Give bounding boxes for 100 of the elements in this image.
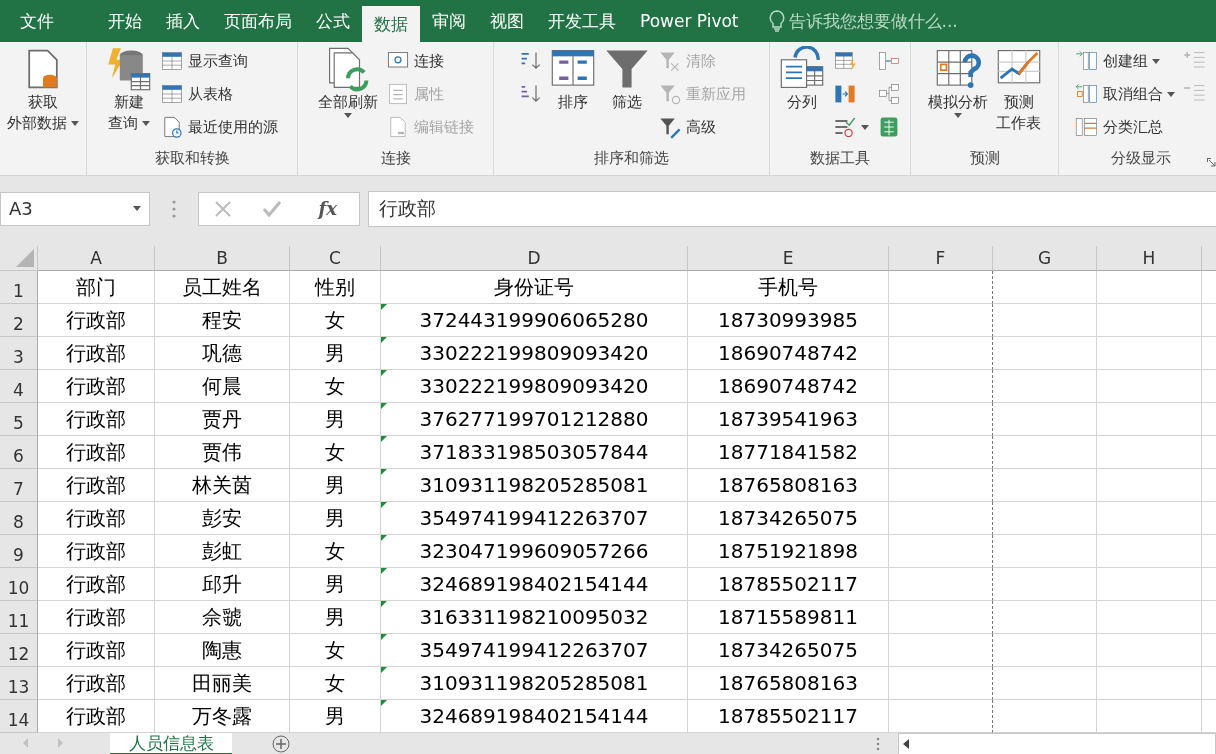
error-indicator-icon (381, 436, 387, 442)
flash-fill-icon (833, 49, 857, 73)
ribbon-button[interactable]: 预测 工作表 (993, 46, 1044, 149)
ribbon-button[interactable]: 模拟分析 (925, 46, 990, 149)
row-header[interactable]: 9 (0, 535, 38, 568)
tell-me-field[interactable]: 告诉我您想要做什么... (768, 0, 958, 42)
table-cell: 佘虢 (155, 601, 290, 634)
row-header[interactable]: 12 (0, 634, 38, 667)
group-label: 获取和转换 (154, 149, 230, 169)
row-header[interactable]: 8 (0, 502, 38, 535)
ribbon-tab[interactable]: Power Pivot (628, 0, 751, 42)
caret-icon (142, 121, 151, 126)
caret-icon (953, 113, 962, 118)
table-cell: 18715589811 (688, 601, 889, 634)
ribbon-button[interactable]: 最近使用的源 (158, 112, 280, 142)
table-cell: 18690748742 (688, 370, 889, 403)
insert-function-button[interactable]: fx (312, 197, 344, 220)
caret-icon (133, 206, 141, 211)
ribbon-button[interactable]: 分列 (777, 46, 827, 149)
column-header[interactable]: H (1097, 246, 1202, 271)
table-cell: 18739541963 (688, 403, 889, 436)
column-header[interactable]: E (688, 246, 889, 271)
error-indicator-icon (381, 337, 387, 343)
ribbon-button[interactable]: 从表格 (158, 79, 280, 109)
name-box[interactable]: A3 (0, 191, 150, 226)
row-header[interactable]: 2 (0, 304, 38, 337)
ribbon-tab[interactable]: 公式 (304, 0, 362, 42)
ribbon-button[interactable]: 新建 查询 (104, 46, 154, 149)
table-cell: 贾丹 (155, 403, 290, 436)
table-cell: 354974199412263707 (381, 634, 688, 667)
formula-field[interactable]: 行政部 (368, 190, 1216, 227)
table-cell: 林关茵 (155, 469, 290, 502)
column-header[interactable]: G (993, 246, 1097, 271)
row-header[interactable]: 3 (0, 337, 38, 370)
column-header[interactable]: C (290, 246, 381, 271)
row-header[interactable]: 14 (0, 700, 38, 733)
table-cell: 330222199809093420 (381, 370, 688, 403)
table-cell: 贾伟 (155, 436, 290, 469)
error-indicator-icon (381, 601, 387, 607)
table-cell: 行政部 (38, 535, 155, 568)
table-cell: 女 (290, 667, 381, 700)
splitter-icon[interactable] (876, 737, 880, 751)
ribbon-button[interactable]: 排序 (547, 46, 598, 149)
table-cell: 324689198402154144 (381, 568, 688, 601)
table-cell: 部门 (38, 271, 155, 304)
ribbon-tab[interactable]: 数据 (362, 6, 420, 42)
ribbon-button[interactable]: 筛选 (601, 46, 652, 149)
table-cell: 男 (290, 403, 381, 436)
ribbon-button[interactable]: 显示查询 (158, 46, 280, 76)
table-cell: 员工姓名 (155, 271, 290, 304)
dialog-launcher-icon[interactable] (1207, 158, 1216, 167)
check-icon[interactable] (262, 200, 281, 217)
error-indicator-icon (381, 403, 387, 409)
table-cell: 354974199412263707 (381, 502, 688, 535)
column-header[interactable]: B (155, 246, 290, 271)
row-header[interactable]: 11 (0, 601, 38, 634)
row-header[interactable]: 1 (0, 271, 38, 304)
table-icon (160, 82, 184, 106)
ribbon-button[interactable]: 分类汇总 (1072, 112, 1177, 142)
table-cell: 邱升 (155, 568, 290, 601)
ribbon-button[interactable]: 高级 (655, 112, 748, 142)
select-all-icon[interactable] (16, 249, 34, 267)
row-header[interactable]: 10 (0, 568, 38, 601)
group-label: 数据工具 (810, 149, 870, 169)
error-indicator-icon (381, 568, 387, 574)
table-cell: 18690748742 (688, 337, 889, 370)
group-label: 排序和筛选 (594, 149, 669, 169)
ribbon-button[interactable]: 连接 (383, 46, 476, 76)
ribbon-tab[interactable]: 开始 (96, 0, 154, 42)
row-header[interactable]: 6 (0, 436, 38, 469)
table-cell: 316331198210095032 (381, 601, 688, 634)
ribbon-tab[interactable]: 开发工具 (536, 0, 628, 42)
sheet-tab[interactable]: 人员信息表 (110, 733, 232, 754)
table-cell: 18734265075 (688, 502, 889, 535)
ribbon-tab[interactable]: 文件 (8, 0, 66, 42)
ribbon-tab[interactable]: 视图 (478, 0, 536, 42)
table-cell: 18730993985 (688, 304, 889, 337)
ribbon-button[interactable]: 全部刷新 (315, 46, 380, 149)
ribbon-tab[interactable]: 页面布局 (212, 0, 304, 42)
add-sheet-icon[interactable] (272, 735, 290, 753)
scroll-right-icon[interactable] (56, 738, 64, 748)
row-header[interactable]: 13 (0, 667, 38, 700)
caret-icon (1151, 58, 1160, 64)
column-header[interactable]: A (38, 246, 155, 271)
row-header[interactable]: 7 (0, 469, 38, 502)
ribbon-tab[interactable]: 审阅 (420, 0, 478, 42)
horizontal-scrollbar[interactable] (898, 733, 1216, 754)
group-label: 分级显示 (1110, 149, 1171, 169)
cancel-icon[interactable] (214, 200, 231, 217)
column-header[interactable]: F (889, 246, 993, 271)
ribbon-tab[interactable]: 插入 (154, 0, 212, 42)
ribbon-button[interactable]: 创建组 (1072, 46, 1177, 76)
scroll-left-icon[interactable] (903, 739, 909, 749)
column-header[interactable]: D (381, 246, 688, 271)
table-cell: 310931198205285081 (381, 667, 688, 700)
table-cell: 何晨 (155, 370, 290, 403)
row-header[interactable]: 5 (0, 403, 38, 436)
row-header[interactable]: 4 (0, 370, 38, 403)
ribbon-button[interactable]: 获取 外部数据 (4, 46, 82, 149)
ribbon-button[interactable]: 取消组合 (1072, 79, 1177, 109)
